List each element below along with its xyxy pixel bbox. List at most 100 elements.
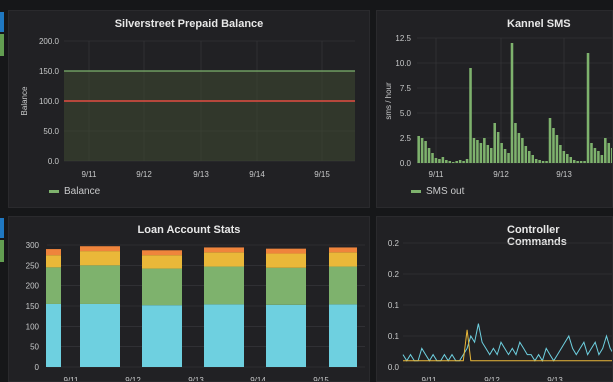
sms-bar bbox=[476, 140, 479, 163]
loan-bar-segment-green bbox=[266, 267, 306, 305]
sms-bar bbox=[600, 155, 604, 163]
x-tick-label: 9/15 bbox=[314, 170, 330, 179]
loan-bar-segment-green bbox=[46, 267, 61, 304]
sms-chart: sms / hour 12.5 10.0 7.5 5.0 2.5 0.0 9/11 9/12… bbox=[384, 34, 612, 179]
sms-bar bbox=[576, 161, 579, 163]
x-tick-label: 9/14 bbox=[249, 170, 265, 179]
panel-controller-commands[interactable]: Controller Commands 0.2 0.2 0.1 0.1 0.0 9/11… bbox=[376, 216, 613, 382]
loan-bar-segment-blue bbox=[80, 303, 120, 367]
y-tick-label: 100 bbox=[26, 322, 40, 331]
sms-bar bbox=[451, 162, 455, 163]
legend[interactable]: Balance bbox=[49, 186, 100, 197]
sms-bar bbox=[465, 159, 469, 163]
sms-bar bbox=[472, 138, 476, 163]
y-tick-label: 0.0 bbox=[48, 157, 60, 166]
y-axis-label: Balance bbox=[20, 86, 29, 115]
sms-bar bbox=[431, 153, 434, 163]
x-tick-label: 9/13 bbox=[556, 170, 572, 179]
loan-bar-segment-orange bbox=[204, 247, 244, 253]
y-tick-label: 0.0 bbox=[388, 363, 400, 372]
y-tick-label: 0.2 bbox=[388, 270, 400, 279]
sms-bar bbox=[545, 161, 548, 163]
sms-bar bbox=[500, 143, 503, 163]
legend-swatch bbox=[49, 189, 59, 193]
legend-swatch bbox=[411, 189, 421, 193]
sms-bar bbox=[479, 143, 483, 163]
sms-bar bbox=[424, 141, 427, 163]
loan-bar-segment-yellow bbox=[204, 252, 244, 267]
sms-bar bbox=[572, 160, 576, 163]
balance-area bbox=[64, 71, 355, 161]
loan-bar-segment-blue bbox=[329, 304, 357, 367]
loan-bar-segment-orange bbox=[46, 249, 61, 256]
loan-bar-segment-blue bbox=[142, 305, 182, 367]
loan-bar-segment-orange bbox=[142, 250, 182, 256]
y-tick-label: 5.0 bbox=[400, 109, 412, 118]
sms-bar bbox=[521, 138, 524, 163]
sms-bar bbox=[579, 161, 583, 163]
sms-bar bbox=[562, 151, 566, 163]
sms-bar bbox=[569, 157, 573, 163]
sms-bar bbox=[483, 138, 486, 163]
sms-bar bbox=[507, 153, 510, 163]
y-tick-label: 100.0 bbox=[39, 97, 60, 106]
sms-bar bbox=[438, 159, 441, 163]
sms-bar bbox=[420, 138, 424, 163]
sms-bar bbox=[448, 161, 452, 163]
sms-bar bbox=[427, 148, 431, 163]
loan-bar-segment-orange bbox=[329, 247, 357, 253]
loan-bar-segment-orange bbox=[80, 246, 120, 252]
y-tick-label: 0.2 bbox=[388, 239, 400, 248]
y-tick-label: 250 bbox=[26, 261, 40, 270]
sms-bar bbox=[590, 143, 593, 163]
row-accent-green-top bbox=[0, 34, 4, 56]
loan-bar-segment-green bbox=[142, 268, 182, 306]
loan-bar-segment-yellow bbox=[329, 252, 357, 267]
x-tick-label: 9/11 bbox=[429, 170, 445, 179]
sms-bar bbox=[517, 133, 521, 163]
sms-bar bbox=[552, 128, 555, 163]
panel-kannel-sms[interactable]: Kannel SMS sms / hour 12.5 10.0 7.5 5.0 2.5 0… bbox=[376, 10, 613, 208]
y-tick-label: 200 bbox=[26, 282, 40, 291]
x-tick-label: 9/12 bbox=[125, 376, 141, 382]
sms-bar bbox=[555, 135, 559, 163]
sms-bar bbox=[566, 154, 569, 163]
y-tick-label: 150.0 bbox=[39, 67, 60, 76]
loan-bar-segment-yellow bbox=[142, 255, 182, 269]
sms-bar bbox=[514, 123, 517, 163]
sms-bar bbox=[458, 160, 462, 163]
sms-bar bbox=[510, 43, 514, 163]
x-tick-label: 9/11 bbox=[64, 376, 80, 382]
sms-bar bbox=[534, 159, 538, 163]
loan-bar-segment-yellow bbox=[266, 253, 306, 268]
x-tick-label: 9/13 bbox=[188, 376, 204, 382]
loan-bar-segment-green bbox=[80, 265, 120, 304]
loan-bar-segment-blue bbox=[266, 304, 306, 367]
y-tick-label: 0.1 bbox=[388, 332, 400, 341]
row-accent-green-bottom bbox=[0, 240, 4, 262]
y-tick-label: 300 bbox=[26, 241, 40, 250]
legend-label: Balance bbox=[64, 186, 101, 197]
x-tick-label: 9/12 bbox=[493, 170, 509, 179]
sms-bar bbox=[417, 136, 420, 163]
row-accent-blue-bottom bbox=[0, 218, 4, 238]
panel-prepaid-balance[interactable]: Silverstreet Prepaid Balance Balance 200… bbox=[8, 10, 370, 208]
sms-bar bbox=[559, 145, 562, 163]
panel-loan-account-stats[interactable]: Loan Account Stats 300 250 200 150 100 50 0 9/… bbox=[8, 216, 370, 382]
sms-bar bbox=[531, 155, 535, 163]
x-tick-label: 9/13 bbox=[547, 376, 563, 382]
legend[interactable]: SMS out bbox=[411, 186, 464, 197]
y-tick-label: 0.1 bbox=[388, 301, 400, 310]
sms-bar bbox=[604, 138, 607, 163]
sms-bar bbox=[434, 158, 438, 163]
sms-bar bbox=[548, 118, 552, 163]
sms-bar bbox=[489, 148, 493, 163]
sms-bar bbox=[503, 149, 507, 163]
loan-bar-segment-blue bbox=[204, 304, 244, 367]
y-tick-label: 2.5 bbox=[400, 134, 412, 143]
y-tick-label: 7.5 bbox=[400, 84, 412, 93]
sms-bar bbox=[493, 123, 496, 163]
loan-bar-segment-blue bbox=[46, 303, 61, 367]
sms-bar bbox=[593, 148, 597, 163]
sms-bar bbox=[469, 68, 472, 163]
